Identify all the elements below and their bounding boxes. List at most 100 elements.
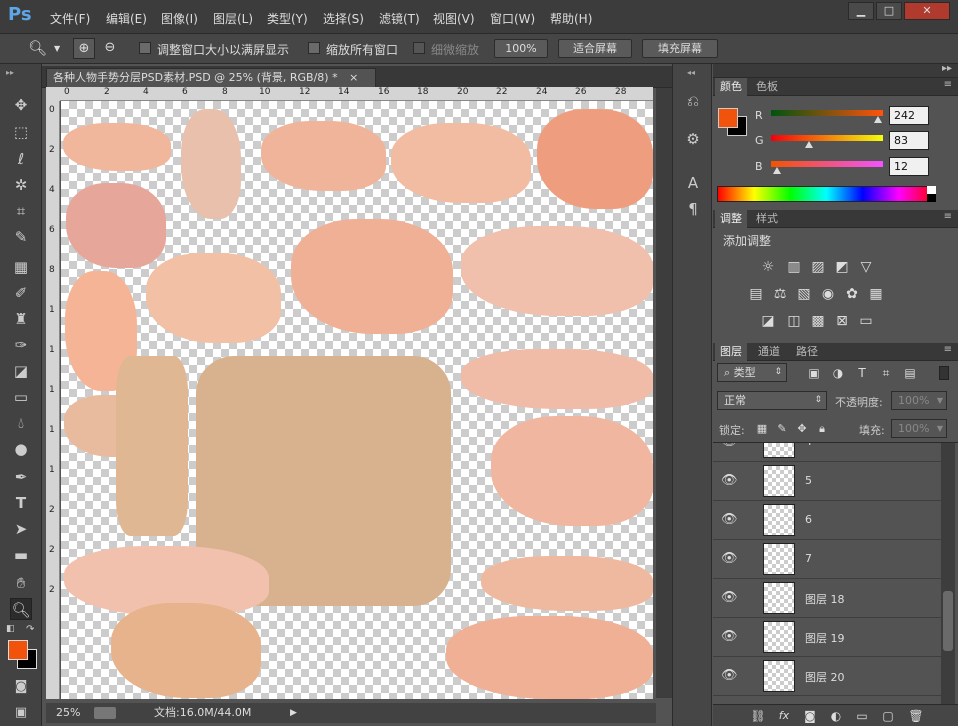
path-select-icon[interactable]: ➤ — [10, 518, 32, 540]
dodge-tool-icon[interactable]: ● — [10, 438, 32, 460]
vertical-ruler[interactable]: 0 2 4 6 8 1 1 1 1 1 2 2 2 — [46, 101, 60, 699]
delete-layer-icon[interactable]: 🗑︎ — [907, 707, 925, 725]
history-panel-icon[interactable]: ⎌ — [683, 92, 703, 112]
canvas-scroll-area[interactable] — [656, 88, 672, 698]
eye-icon[interactable]: 👁︎ — [721, 551, 738, 566]
clone-stamp-icon[interactable]: ♜ — [10, 308, 32, 330]
close-window-button[interactable]: ✕ — [904, 2, 950, 20]
history-brush-icon[interactable]: ✑ — [10, 334, 32, 356]
red-value[interactable]: 242 — [889, 106, 929, 125]
layer-row[interactable]: 👁︎ 7 — [713, 540, 941, 579]
chevron-right-icon[interactable]: ▶ — [290, 703, 297, 723]
foreground-color-swatch[interactable] — [718, 108, 738, 128]
black-white-icon[interactable]: ▧ — [795, 285, 813, 303]
slider-thumb[interactable] — [805, 141, 813, 148]
brush-tool-icon[interactable]: ✐ — [10, 282, 32, 304]
layer-row[interactable]: 👁︎ 图层 19 — [713, 618, 941, 657]
chevron-down-icon[interactable]: ▼ — [54, 44, 60, 53]
menu-help[interactable]: 帮助(H) — [550, 10, 592, 27]
lock-position-icon[interactable]: ✥ — [793, 420, 811, 438]
close-tab-icon[interactable]: × — [349, 71, 358, 84]
properties-panel-icon[interactable]: ⚙︎ — [683, 130, 703, 150]
crop-tool-icon[interactable]: ⌗ — [10, 200, 32, 222]
foreground-color-swatch[interactable] — [8, 640, 28, 660]
eye-icon[interactable]: 👁︎ — [721, 590, 738, 605]
levels-icon[interactable]: ▥ — [785, 258, 803, 276]
selective-color-icon[interactable]: ⊠ — [833, 312, 851, 330]
filter-adjustment-icon[interactable]: ◑ — [829, 364, 847, 382]
slider-thumb[interactable] — [874, 116, 882, 123]
menu-layer[interactable]: 图层(L) — [213, 10, 253, 27]
collapse-icon[interactable]: ▸▸ — [942, 63, 952, 74]
tab-swatches[interactable]: 色板 — [751, 78, 783, 96]
menu-edit[interactable]: 编辑(E) — [106, 10, 147, 27]
screen-mode-icon[interactable]: ▣ — [10, 702, 32, 724]
menu-type[interactable]: 类型(Y) — [267, 10, 308, 27]
character-panel-icon[interactable]: A — [683, 174, 703, 194]
channel-mixer-icon[interactable]: ✿ — [843, 285, 861, 303]
color-balance-icon[interactable]: ⚖ — [771, 285, 789, 303]
fill-screen-button[interactable]: 填充屏幕 — [642, 39, 718, 58]
actual-pixels-button[interactable]: 100% — [494, 39, 548, 58]
collapse-icon[interactable]: ◂◂ — [687, 68, 695, 77]
lock-pixels-icon[interactable]: ✎ — [773, 420, 791, 438]
layers-scrollbar[interactable] — [941, 443, 955, 704]
tab-styles[interactable]: 样式 — [751, 210, 783, 228]
document-tab[interactable]: 各种人物手势分层PSD素材.PSD @ 25% (背景, RGB/8) * × — [46, 68, 376, 87]
green-slider[interactable] — [771, 135, 883, 141]
blend-mode-dropdown[interactable]: 正常 ⇕ — [717, 391, 827, 410]
zoom-level[interactable]: 25% — [56, 703, 80, 723]
layer-row[interactable]: 👁︎ 5 — [713, 462, 941, 501]
scrollbar-thumb[interactable] — [943, 591, 953, 651]
menu-select[interactable]: 选择(S) — [323, 10, 364, 27]
exposure-icon[interactable]: ◩ — [833, 258, 851, 276]
blue-slider[interactable] — [771, 161, 883, 167]
black-swatch[interactable] — [927, 194, 936, 202]
document-canvas[interactable] — [61, 101, 653, 699]
panel-menu-icon[interactable]: ≡ — [944, 79, 952, 90]
filter-smart-object-icon[interactable]: ▤ — [901, 364, 919, 382]
color-lookup-icon[interactable]: ▦ — [867, 285, 885, 303]
gradient-tool-icon[interactable]: ▭ — [10, 386, 32, 408]
zoom-tool-icon[interactable]: 🔍︎ — [10, 598, 32, 620]
hue-saturation-icon[interactable]: ▤ — [747, 285, 765, 303]
brightness-contrast-icon[interactable]: ☼ — [759, 258, 777, 276]
lasso-tool-icon[interactable]: ℓ — [10, 148, 32, 170]
lock-all-icon[interactable]: 🔒︎ — [813, 420, 831, 438]
fit-screen-button[interactable]: 适合屏幕 — [558, 39, 632, 58]
photo-filter-icon[interactable]: ◉ — [819, 285, 837, 303]
invert-icon[interactable]: ◪ — [759, 312, 777, 330]
zoom-in-icon[interactable]: ⊕ — [73, 38, 95, 59]
add-mask-icon[interactable]: ◙ — [801, 707, 819, 725]
link-layers-icon[interactable]: ⛓ — [749, 707, 767, 725]
menu-view[interactable]: 视图(V) — [433, 10, 475, 27]
eye-icon[interactable]: 👁︎ — [721, 629, 738, 644]
menu-window[interactable]: 窗口(W) — [490, 10, 535, 27]
hand-tool-icon[interactable]: ✋︎ — [10, 572, 32, 594]
resize-windows-checkbox[interactable] — [139, 42, 151, 54]
filter-pixel-icon[interactable]: ▣ — [805, 364, 823, 382]
marquee-tool-icon[interactable]: ⬚ — [10, 121, 32, 143]
tab-color[interactable]: 颜色 — [715, 78, 747, 96]
layer-style-icon[interactable]: fx — [775, 707, 793, 725]
blue-value[interactable]: 12 — [889, 157, 929, 176]
red-slider[interactable] — [771, 110, 883, 116]
default-colors-icon[interactable]: ◧ — [6, 624, 15, 634]
filter-type-icon[interactable]: T — [853, 364, 871, 382]
color-spectrum-bar[interactable] — [717, 186, 936, 202]
opacity-input[interactable]: 100% ▼ — [891, 391, 947, 410]
maximize-button[interactable]: □ — [876, 2, 902, 20]
layer-row[interactable]: 👁︎ 6 — [713, 501, 941, 540]
posterize-icon[interactable]: ◫ — [785, 312, 803, 330]
tab-channels[interactable]: 通道 — [753, 343, 785, 361]
adjustment-layer-icon[interactable]: ◐ — [827, 707, 845, 725]
rectangle-tool-icon[interactable]: ▬ — [10, 544, 32, 566]
menu-filter[interactable]: 滤镜(T) — [379, 10, 420, 27]
eye-icon[interactable]: 👁︎ — [721, 443, 738, 449]
scrubby-zoom-checkbox[interactable] — [413, 42, 425, 54]
zoom-out-icon[interactable]: ⊖ — [99, 38, 121, 59]
filter-toggle-switch[interactable] — [939, 366, 949, 380]
pen-tool-icon[interactable]: ✒ — [10, 466, 32, 488]
eye-icon[interactable]: 👁︎ — [721, 512, 738, 527]
layer-row[interactable]: 👁︎ 图层 20 — [713, 657, 941, 696]
